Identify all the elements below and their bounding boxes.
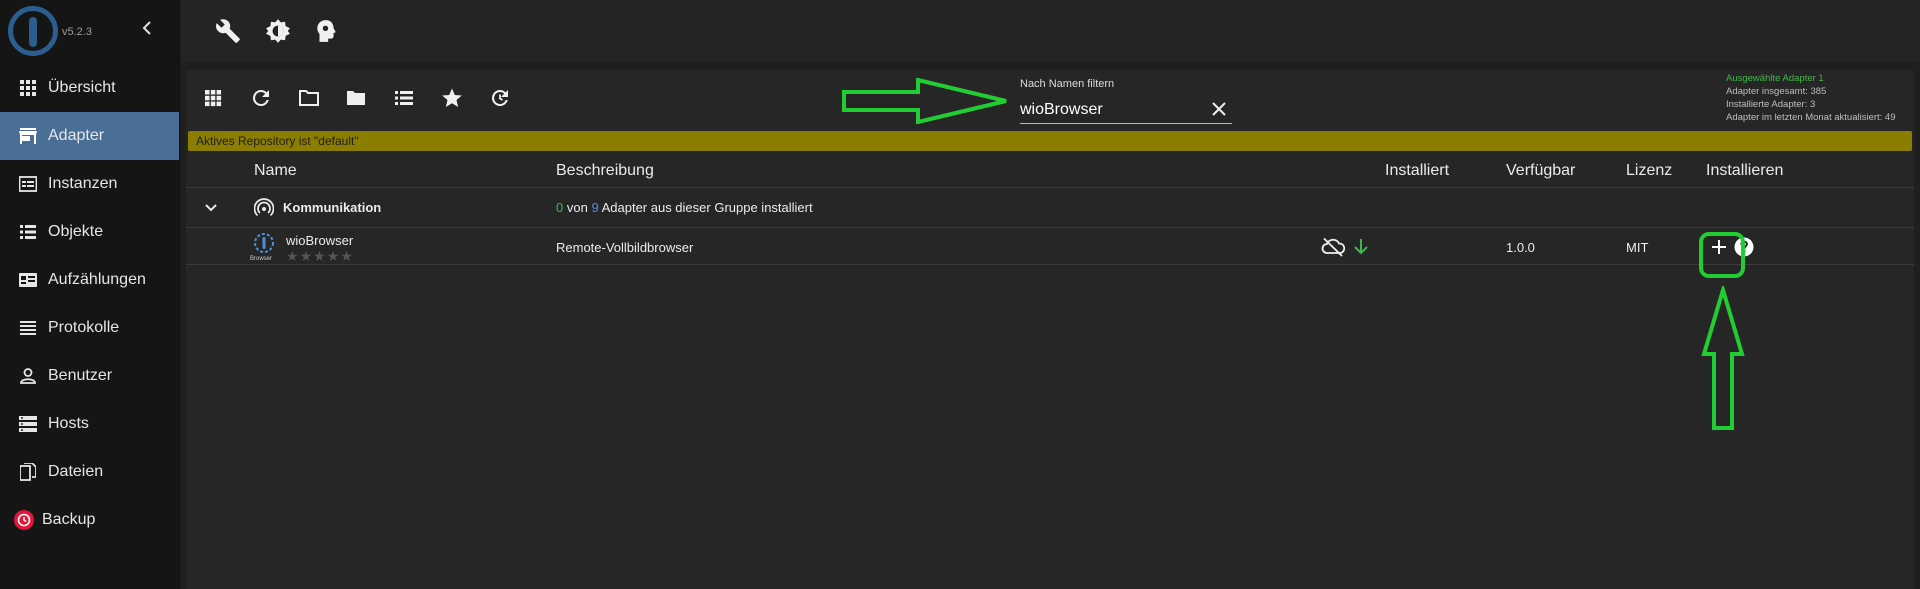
sidebar-item-protokolle[interactable]: Protokolle: [0, 304, 179, 352]
sidebar-item-label: Instanzen: [48, 175, 118, 192]
sidebar-item-label: Protokolle: [48, 319, 120, 336]
refresh-icon[interactable]: [249, 86, 273, 110]
instances-icon: [18, 174, 38, 194]
adapter-license: MIT: [1626, 240, 1649, 255]
group-summary: 0 von 9 Adapter aus dieser Gruppe instal…: [556, 200, 813, 215]
grid-icon: [18, 78, 38, 98]
table-header: Name Beschreibung Installiert Verfügbar …: [186, 154, 1914, 188]
col-name-header: Name: [254, 162, 297, 179]
sidebar-item-label: Adapter: [48, 127, 105, 144]
chevron-left-icon[interactable]: [140, 20, 156, 36]
files-icon: [18, 462, 38, 482]
close-icon[interactable]: [1210, 100, 1228, 118]
group-row-kommunikation: Kommunikation 0 von 9 Adapter aus dieser…: [186, 188, 1914, 228]
name-filter-input[interactable]: [1020, 96, 1232, 124]
log-icon: [18, 318, 38, 338]
logo-area: v5.2.3: [0, 0, 179, 64]
folder-closed-icon[interactable]: [344, 86, 368, 110]
group-total-count: 9: [591, 200, 599, 215]
enum-icon: [18, 270, 38, 290]
hosts-icon: [18, 414, 38, 434]
star-empty-icon: ★: [340, 248, 354, 264]
list-icon: [18, 222, 38, 242]
selected-adapters-stat: Ausgewählte Adapter 1: [1726, 73, 1824, 84]
sidebar-item-adapter[interactable]: Adapter: [0, 112, 179, 160]
list-view-icon[interactable]: [392, 86, 416, 110]
plus-icon[interactable]: [1710, 238, 1728, 256]
sidebar-item-aufzaehlungen[interactable]: Aufzählungen: [0, 256, 179, 304]
adapter-stats: Ausgewählte Adapter 1 Adapter insgesamt:…: [1726, 72, 1896, 124]
adapters-panel: Nach Namen filtern Ausgewählte Adapter 1…: [186, 70, 1914, 589]
adapter-description: Remote-Vollbildbrowser: [556, 240, 694, 255]
settings-brightness-icon[interactable]: [265, 18, 291, 44]
tile-view-icon[interactable]: [201, 86, 225, 110]
sidebar-item-hosts[interactable]: Hosts: [0, 400, 179, 448]
chevron-down-icon[interactable]: [204, 202, 218, 214]
arrow-down-icon: [1354, 239, 1368, 255]
star-empty-icon: ★: [299, 248, 314, 264]
group-name: Kommunikation: [283, 200, 382, 215]
star-empty-icon: ★: [313, 248, 327, 264]
version-label: v5.2.3: [62, 26, 92, 38]
cloud-off-icon: [1321, 237, 1345, 257]
sidebar-item-instanzen[interactable]: Instanzen: [0, 160, 179, 208]
wiobrowser-adapter-icon: Browser: [250, 232, 278, 262]
group-installed-count: 0: [556, 200, 564, 215]
filter-label: Nach Namen filtern: [1020, 78, 1115, 90]
sidebar-item-label: Backup: [42, 511, 96, 528]
adapter-icon-caption: Browser: [250, 256, 273, 262]
sidebar-item-objekte[interactable]: Objekte: [0, 208, 179, 256]
table-row[interactable]: Browser wioBrowser ★★★★★ Remote-Vollbild…: [186, 229, 1914, 265]
col-install-header: Installieren: [1706, 162, 1784, 179]
adapters-toolbar: Nach Namen filtern Ausgewählte Adapter 1…: [186, 70, 1914, 128]
update-icon[interactable]: [488, 86, 512, 110]
sidebar-item-label: Übersicht: [48, 79, 116, 96]
top-app-bar: [181, 0, 1920, 62]
folder-open-icon[interactable]: [297, 86, 321, 110]
backup-icon: [14, 510, 34, 530]
adapter-available-version: 1.0.0: [1506, 240, 1535, 255]
total-adapters-stat: Adapter insgesamt: 385: [1726, 86, 1827, 97]
help-icon[interactable]: [1734, 237, 1754, 257]
sidebar: v5.2.3 Übersicht Adapter Instanzen Objek…: [0, 0, 180, 589]
star-icon[interactable]: [440, 86, 464, 110]
sidebar-item-label: Benutzer: [48, 367, 113, 384]
star-rating: ★★★★★: [286, 249, 354, 263]
sidebar-item-backup[interactable]: Backup: [0, 496, 179, 544]
updated-adapters-stat: Adapter im letzten Monat aktualisiert: 4…: [1726, 112, 1896, 123]
group-von: von: [566, 200, 588, 215]
col-license-header: Lizenz: [1626, 162, 1673, 179]
adapter-name: wioBrowser: [286, 233, 354, 248]
wrench-icon[interactable]: [215, 18, 241, 44]
installed-adapters-stat: Installierte Adapter: 3: [1726, 99, 1816, 110]
sidebar-item-dateien[interactable]: Dateien: [0, 448, 179, 496]
sidebar-item-label: Dateien: [48, 463, 104, 480]
col-description-header: Beschreibung: [556, 162, 654, 179]
sidebar-item-uebersicht[interactable]: Übersicht: [0, 64, 179, 112]
col-available-header: Verfügbar: [1506, 162, 1576, 179]
repository-notice: Aktives Repository ist "default": [188, 131, 1912, 151]
store-icon: [18, 126, 38, 146]
sidebar-item-label: Hosts: [48, 415, 89, 432]
iobroker-logo: [8, 6, 58, 56]
group-summary-text: Adapter aus dieser Gruppe installiert: [601, 200, 813, 215]
communication-icon: [254, 198, 274, 217]
sidebar-item-label: Aufzählungen: [48, 271, 146, 288]
expert-head-icon[interactable]: [313, 18, 339, 44]
sidebar-item-label: Objekte: [48, 223, 104, 240]
user-icon: [18, 366, 38, 386]
star-empty-icon: ★: [286, 248, 300, 264]
col-installed-header: Installiert: [1385, 162, 1450, 179]
star-empty-icon: ★: [326, 248, 341, 264]
sidebar-item-benutzer[interactable]: Benutzer: [0, 352, 179, 400]
